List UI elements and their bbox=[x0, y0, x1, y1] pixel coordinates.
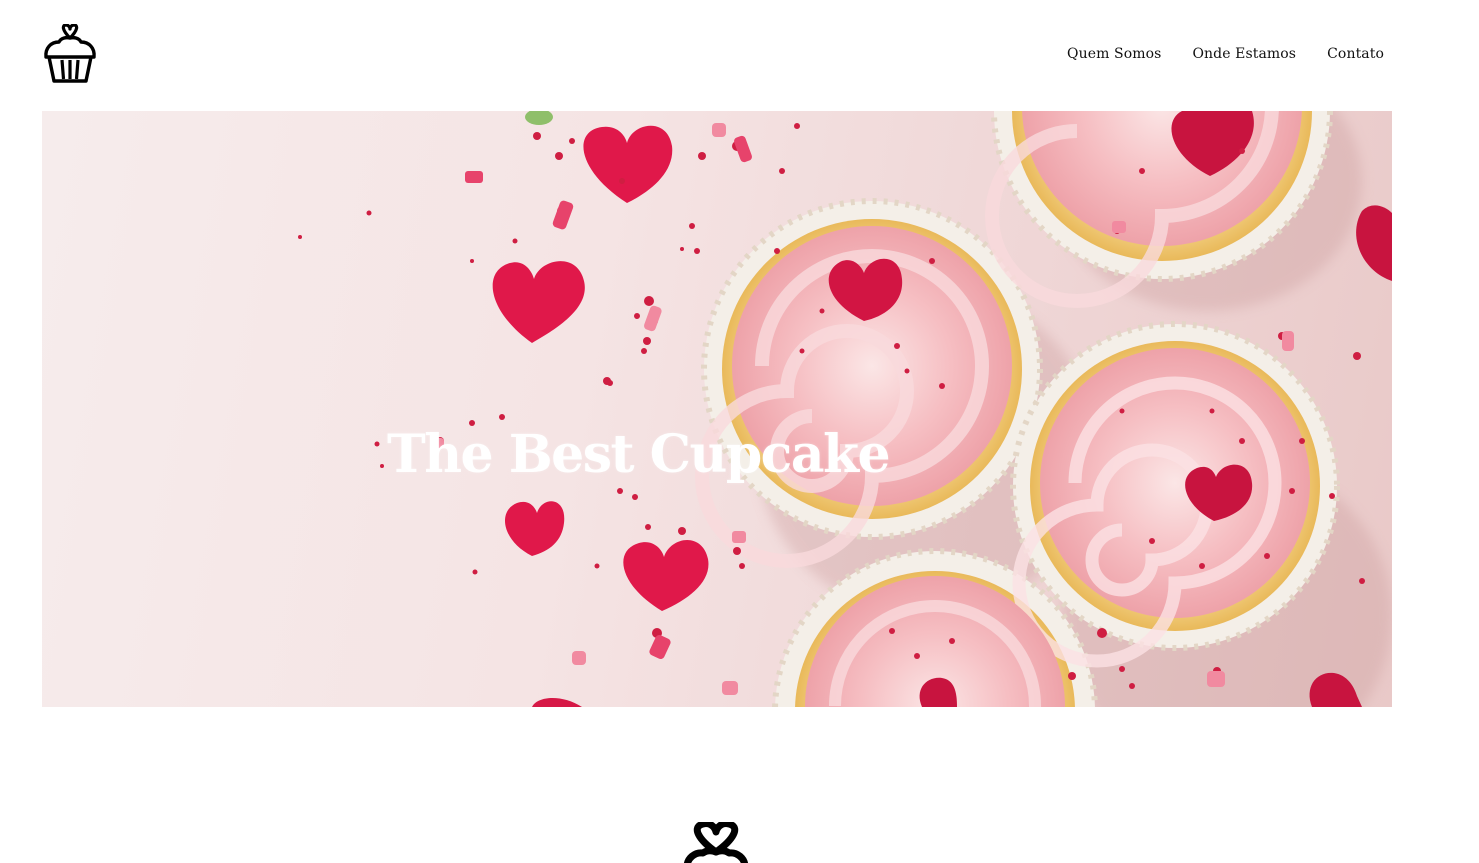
nav-link-quem-somos[interactable]: Quem Somos bbox=[1067, 46, 1161, 62]
cupcake-heart-icon bbox=[44, 23, 96, 83]
hero-banner: The Best Cupcake bbox=[42, 111, 1392, 707]
footer-logo bbox=[681, 822, 751, 863]
nav-link-onde-estamos[interactable]: Onde Estamos bbox=[1192, 46, 1296, 62]
hero-title: The Best Cupcake bbox=[387, 423, 891, 485]
cupcakes-hero-image bbox=[298, 111, 1392, 707]
site-header: Quem Somos Onde Estamos Contato bbox=[0, 0, 1479, 111]
main-nav: Quem Somos Onde Estamos Contato bbox=[1067, 46, 1384, 62]
nav-link-contato[interactable]: Contato bbox=[1327, 46, 1384, 62]
heart-knot-icon bbox=[684, 822, 748, 863]
logo-link[interactable] bbox=[42, 23, 98, 84]
